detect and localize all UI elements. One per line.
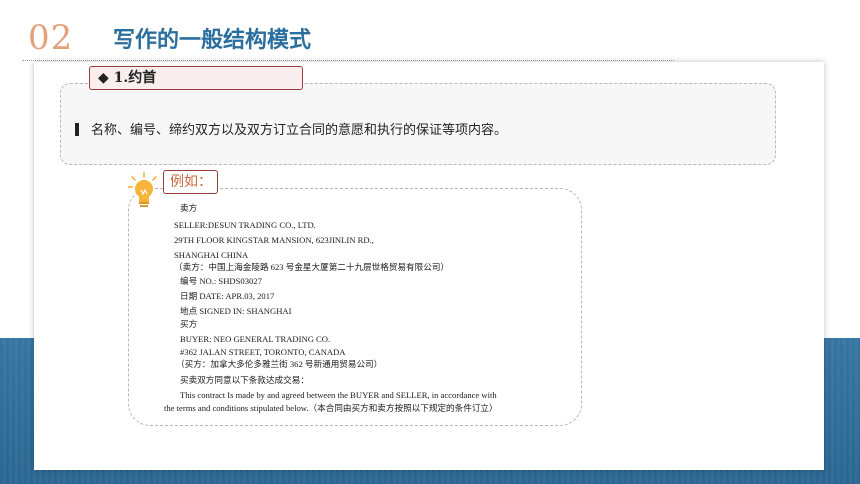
bullet-bar: [75, 123, 79, 136]
lightbulb-icon: [128, 172, 157, 207]
doc-line: 买卖双方同意以下条款达成交易：: [180, 375, 309, 385]
title-divider: [22, 60, 674, 61]
doc-line: #362 JALAN STREET, TORONTO, CANADA: [180, 347, 346, 357]
doc-line: （买方：加拿大多伦多雅兰街 362 号新通用贸易公司）: [176, 359, 383, 369]
doc-line: This contract Is made by and agreed betw…: [180, 390, 497, 400]
doc-line: 卖方: [180, 203, 198, 213]
description-text: 名称、编号、缔约双方以及双方订立合同的意愿和执行的保证等项内容。: [75, 119, 507, 138]
doc-line: SELLER:DESUN TRADING CO., LTD.: [174, 220, 316, 230]
section-tab: ◆ 1.约首: [89, 66, 303, 90]
doc-line: 29TH FLOOR KINGSTAR MANSION, 623JINLIN R…: [174, 235, 374, 245]
doc-line: 买方: [180, 319, 198, 329]
example-tag: 例如：: [163, 170, 218, 194]
doc-line: （卖方：中国上海金陵路 623 号金星大厦第二十九层世格贸易有限公司）: [174, 262, 450, 272]
doc-line: SHANGHAI CHINA: [174, 250, 249, 260]
doc-line: 编号 NO.: SHDS03027: [180, 276, 262, 286]
contract-excerpt: 卖方 SELLER:DESUN TRADING CO., LTD. 29TH F…: [162, 198, 556, 416]
doc-line: the terms and conditions stipulated belo…: [164, 403, 498, 413]
description-content: 名称、编号、缔约双方以及双方订立合同的意愿和执行的保证等项内容。: [91, 123, 508, 138]
page-title: 写作的一般结构模式: [113, 27, 312, 53]
doc-line: 地点 SIGNED IN: SHANGHAI: [180, 306, 292, 316]
section-number: 02: [28, 18, 74, 58]
doc-line: 日期 DATE: APR.03, 2017: [180, 291, 275, 301]
doc-line: BUYER: NEO GENERAL TRADING CO.: [180, 334, 331, 344]
